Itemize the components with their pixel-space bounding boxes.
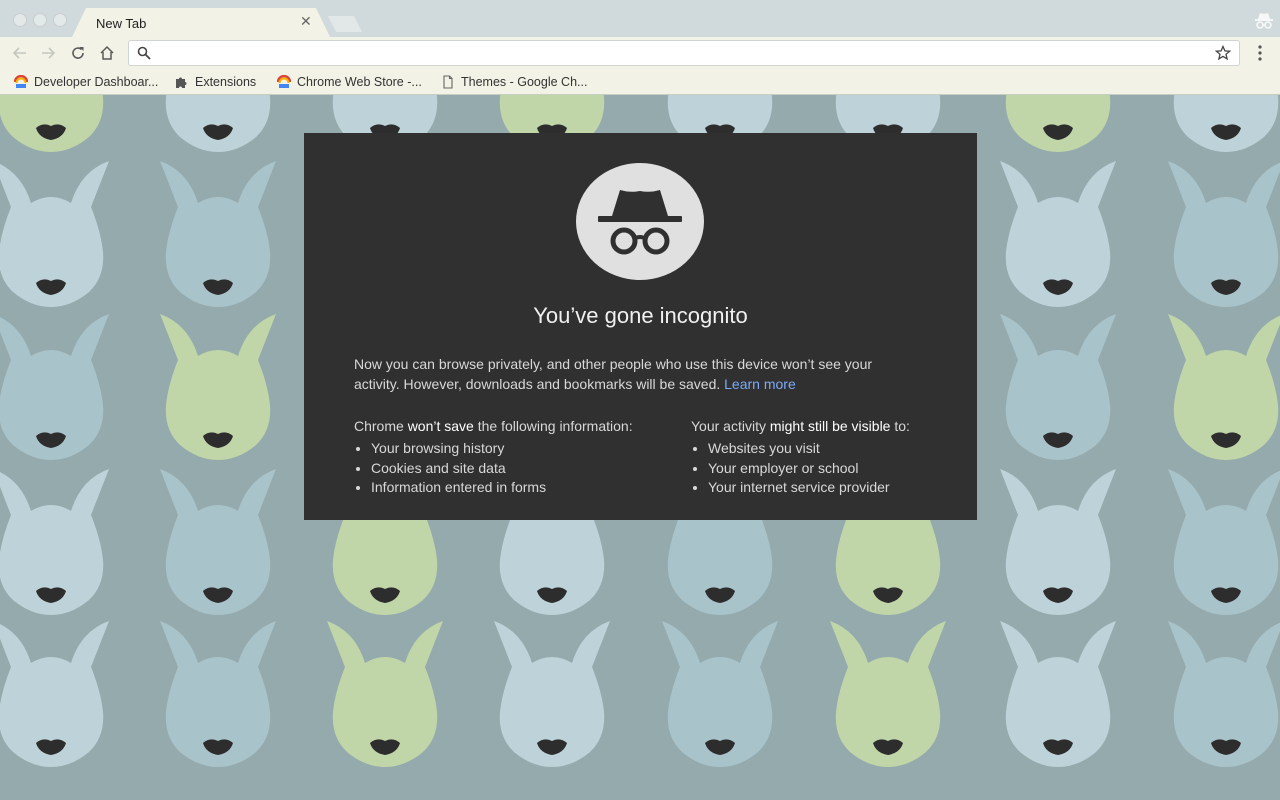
heading-suffix: the following information: bbox=[477, 418, 633, 434]
wont-save-column: Chrome won’t save the following informat… bbox=[354, 417, 633, 498]
bookmark-label: Extensions bbox=[195, 75, 257, 89]
minimize-window-icon[interactable] bbox=[33, 13, 47, 27]
new-tab-button[interactable] bbox=[328, 16, 362, 32]
browser-window: New Tab ✕ Developer Dashboar... Extensio… bbox=[0, 0, 1280, 800]
omnibox[interactable] bbox=[128, 40, 1240, 66]
chrome-web-store-icon bbox=[14, 75, 28, 88]
list-item: Your employer or school bbox=[708, 459, 910, 479]
back-icon[interactable] bbox=[10, 43, 30, 63]
bookmark-extensions[interactable]: Extensions bbox=[175, 73, 256, 91]
wont-save-list: Your browsing history Cookies and site d… bbox=[354, 439, 633, 498]
list-item: Your browsing history bbox=[371, 439, 633, 459]
new-tab-page: You’ve gone incognito Now you can browse… bbox=[0, 95, 1280, 800]
might-be-visible-heading: Your activity might still be visible to: bbox=[691, 417, 910, 436]
dog-head-decoration bbox=[160, 95, 276, 152]
bookmarks-bar: Developer Dashboar... Extensions Chrome … bbox=[0, 70, 1280, 95]
might-be-visible-column: Your activity might still be visible to:… bbox=[691, 417, 910, 498]
heading-prefix: Chrome bbox=[354, 418, 404, 434]
tab-strip: New Tab ✕ bbox=[0, 0, 1280, 37]
search-icon bbox=[137, 46, 151, 60]
tab-title: New Tab bbox=[96, 16, 147, 31]
bookmark-label: Developer Dashboar... bbox=[34, 75, 159, 89]
bookmark-label: Chrome Web Store -... bbox=[297, 75, 422, 89]
heading-prefix: Your activity bbox=[691, 418, 766, 434]
incognito-description: Now you can browse privately, and other … bbox=[354, 355, 914, 394]
zoom-window-icon[interactable] bbox=[53, 13, 67, 27]
list-item: Your internet service provider bbox=[708, 478, 910, 498]
puzzle-piece-icon bbox=[176, 77, 187, 88]
dog-head-decoration bbox=[0, 95, 109, 152]
list-item: Cookies and site data bbox=[371, 459, 633, 479]
incognito-panel: You’ve gone incognito Now you can browse… bbox=[304, 133, 977, 520]
learn-more-link[interactable]: Learn more bbox=[724, 376, 796, 392]
tab-new-tab[interactable]: New Tab ✕ bbox=[72, 8, 330, 37]
incognito-spy-icon bbox=[576, 163, 704, 280]
page-icon bbox=[443, 75, 453, 89]
bookmark-chrome-web-store[interactable]: Chrome Web Store -... bbox=[277, 73, 422, 91]
more-menu-icon[interactable] bbox=[1252, 43, 1268, 63]
close-window-icon[interactable] bbox=[13, 13, 27, 27]
star-icon[interactable] bbox=[1215, 45, 1231, 61]
incognito-title: You’ve gone incognito bbox=[533, 303, 748, 328]
heading-emphasis: might still be visible bbox=[769, 418, 891, 434]
heading-suffix: to: bbox=[894, 418, 910, 434]
wont-save-heading: Chrome won’t save the following informat… bbox=[354, 417, 633, 436]
reload-icon[interactable] bbox=[68, 43, 88, 63]
forward-icon[interactable] bbox=[38, 43, 58, 63]
bookmark-label: Themes - Google Ch... bbox=[461, 75, 588, 89]
dog-head-decoration bbox=[1000, 95, 1116, 152]
list-item: Websites you visit bbox=[708, 439, 910, 459]
dog-head-decoration bbox=[1168, 95, 1280, 152]
bookmark-themes[interactable]: Themes - Google Ch... bbox=[441, 73, 587, 91]
chrome-web-store-icon bbox=[277, 75, 291, 88]
incognito-icon bbox=[1255, 13, 1273, 29]
bookmark-developer-dashboard[interactable]: Developer Dashboar... bbox=[14, 73, 158, 91]
tab-close-icon[interactable]: ✕ bbox=[300, 14, 312, 28]
list-item: Information entered in forms bbox=[371, 478, 633, 498]
toolbar bbox=[0, 37, 1280, 70]
might-be-visible-list: Websites you visit Your employer or scho… bbox=[691, 439, 910, 498]
heading-emphasis: won’t save bbox=[407, 418, 474, 434]
omnibox-input[interactable] bbox=[159, 44, 1203, 64]
home-icon[interactable] bbox=[97, 43, 117, 63]
